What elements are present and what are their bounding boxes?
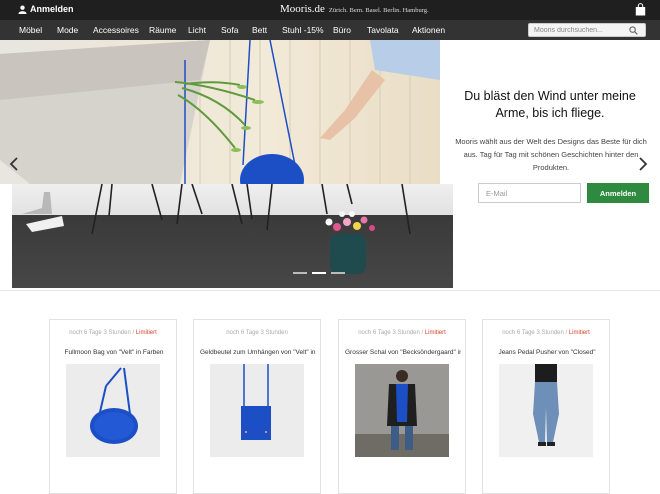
- product-card[interactable]: noch 6 Tage 3 Stunden / Limitiert Jeans …: [482, 319, 610, 494]
- product-image-scarf[interactable]: [355, 364, 449, 457]
- slider-dots: [293, 272, 345, 274]
- product-image-wallet[interactable]: [210, 364, 304, 457]
- login-link[interactable]: Anmelden: [18, 4, 74, 14]
- limited-badge: Limitiert: [135, 330, 157, 336]
- product-card[interactable]: noch 6 Tage 3 Stunden / Limitiert Grosse…: [338, 319, 466, 494]
- nav-item-moebel[interactable]: Möbel: [19, 25, 42, 35]
- nav-item-mode[interactable]: Mode: [57, 25, 78, 35]
- brand-logo[interactable]: Mooris.de Zürich. Bern. Basel. Berlin. H…: [280, 3, 429, 15]
- limited-badge: Limitiert: [424, 330, 446, 336]
- login-label: Anmelden: [30, 4, 74, 14]
- email-field[interactable]: [478, 183, 581, 203]
- product-timer: noch 6 Tage 3 Stunden / Limitiert: [69, 330, 157, 336]
- product-title[interactable]: Fullmoon Bag von "Velt" in Farben: [56, 349, 172, 356]
- nav-item-aktionen[interactable]: Aktionen: [412, 25, 445, 35]
- product-title[interactable]: Geldbeutel zum Umhängen von "Velt" in B: [200, 349, 316, 356]
- slider-dot[interactable]: [331, 272, 345, 274]
- nav-item-stuhl[interactable]: Stuhl -15%: [282, 25, 324, 35]
- hero-description: Mooris wählt aus der Welt des Designs da…: [455, 137, 647, 172]
- hero-prev-arrow-icon[interactable]: [9, 157, 19, 171]
- nav-item-bett[interactable]: Bett: [252, 25, 267, 35]
- product-card[interactable]: noch 6 Tage 3 Stunden Geldbeutel zum Umh…: [193, 319, 321, 494]
- search-icon[interactable]: [629, 26, 638, 35]
- nav-item-accessoires[interactable]: Accessoires: [93, 25, 139, 35]
- hero-image-flowers: [12, 184, 453, 288]
- nav-item-tavolata[interactable]: Tavolata: [367, 25, 399, 35]
- nav-item-sofa[interactable]: Sofa: [221, 25, 239, 35]
- product-timer: noch 6 Tage 3 Stunden / Limitiert: [358, 330, 446, 336]
- slider-dot[interactable]: [293, 272, 307, 274]
- user-icon: [18, 5, 27, 14]
- signup-button[interactable]: Anmelden: [587, 183, 649, 203]
- product-card[interactable]: noch 6 Tage 3 Stunden / Limitiert Fullmo…: [49, 319, 177, 494]
- hero-headline: Du bläst den Wind unter meine Arme, bis …: [464, 89, 636, 120]
- top-bar: Anmelden Mooris.de Zürich. Bern. Basel. …: [0, 0, 660, 20]
- product-timer: noch 6 Tage 3 Stunden: [226, 330, 288, 336]
- hero-banner: Du bläst den Wind unter meine Arme, bis …: [0, 40, 660, 288]
- product-title[interactable]: Jeans Pedal Pusher von "Closed": [489, 349, 605, 356]
- brand-cities: Zürich. Bern. Basel. Berlin. Hamburg.: [328, 7, 429, 14]
- product-image-jeans[interactable]: [499, 364, 593, 457]
- product-image-fullmoon-bag[interactable]: [66, 364, 160, 457]
- hero-image-bowl-bag: [0, 40, 440, 184]
- product-title[interactable]: Grosser Schal von "Becksöndergaard" in B…: [345, 349, 461, 356]
- search-box: [528, 23, 646, 37]
- shopping-bag-icon[interactable]: [635, 3, 646, 16]
- nav-item-buero[interactable]: Büro: [333, 25, 351, 35]
- section-divider: [0, 290, 660, 291]
- slider-dot[interactable]: [312, 272, 326, 274]
- nav-item-raeume[interactable]: Räume: [149, 25, 176, 35]
- brand-name: Mooris.de: [280, 3, 325, 15]
- product-timer: noch 6 Tage 3 Stunden / Limitiert: [502, 330, 590, 336]
- limited-badge: Limitiert: [568, 330, 590, 336]
- nav-item-licht[interactable]: Licht: [188, 25, 206, 35]
- search-input[interactable]: [534, 25, 624, 35]
